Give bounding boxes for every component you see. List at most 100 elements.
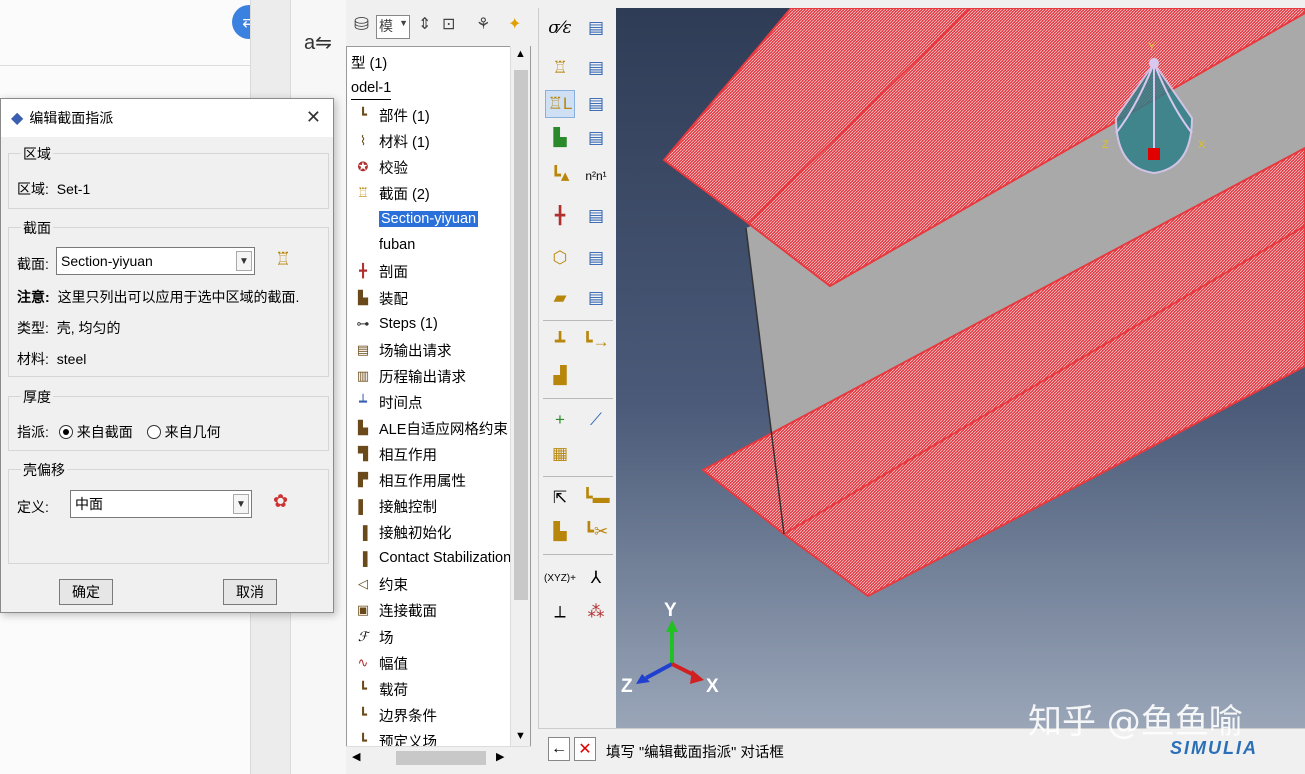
chevron-up-icon[interactable]: ▲ — [515, 48, 526, 60]
profile-tool-icon[interactable]: ╋ — [545, 202, 575, 230]
part-icon: ┗ — [359, 107, 367, 122]
special-icon[interactable]: ⬡ — [545, 244, 575, 272]
tree-item-ale[interactable]: ▙ ALE自适应网格约束 — [353, 416, 508, 440]
tree-item-connector-sections[interactable]: ▣ 连接截面 — [353, 598, 437, 622]
stress-strain-icon[interactable]: σ⁄ε — [545, 14, 575, 42]
tree-item-label: 校验 — [379, 160, 408, 177]
tree-item-steps[interactable]: ⊶ Steps (1) — [353, 312, 438, 336]
skin-icon[interactable]: ▰ — [545, 284, 575, 312]
xyz-point-icon[interactable]: (XYZ)+ — [544, 564, 576, 592]
tree-item-label: 部件 (1) — [379, 108, 430, 125]
bulb-icon[interactable]: ✦ — [508, 14, 521, 40]
tree-item-assembly[interactable]: ▙ 装配 — [353, 286, 408, 310]
manager-icon[interactable]: ▤ — [581, 244, 611, 272]
chevron-right-icon[interactable]: ▶ — [496, 750, 504, 763]
tree-item-constraints[interactable]: ◁ 约束 — [353, 572, 408, 596]
material-row: 材料: steel — [17, 349, 86, 369]
close-icon[interactable]: ✕ — [306, 107, 321, 128]
datum-point-icon[interactable]: ┻ — [545, 328, 575, 356]
tree-item-loads[interactable]: ┗ 载荷 — [353, 677, 408, 701]
tree-item-interactions[interactable]: ▜ 相互作用 — [353, 442, 437, 466]
chevron-down-icon[interactable]: ▼ — [399, 18, 408, 28]
tree-item-fuban[interactable]: fuban — [379, 233, 415, 257]
manager-icon[interactable]: ▤ — [581, 202, 611, 230]
radio-from-section[interactable]: 来自截面 — [58, 424, 133, 440]
tree-item-section-yiyuan[interactable]: Section-yiyuan — [379, 207, 479, 231]
cancel-x-icon[interactable]: ✕ — [574, 737, 596, 761]
toolbox-separator — [543, 476, 613, 477]
partition-face-icon[interactable]: ▙ — [545, 518, 575, 546]
datum-axis-icon[interactable]: ┗→ — [581, 328, 611, 356]
tree-item-model-1[interactable]: odel-1 — [351, 76, 392, 100]
create-section-icon[interactable]: ♖ — [275, 249, 291, 270]
tree-item-profiles[interactable]: ╋ 剖面 — [353, 259, 408, 283]
tree-item-fields[interactable]: ℱ场 — [353, 625, 394, 649]
tree-item-contact-controls[interactable]: ▌ 接触控制 — [353, 494, 437, 518]
shell-offset-icon[interactable]: ✿ — [273, 491, 288, 512]
load-icon: ┗ — [359, 681, 367, 696]
tree-horizontal-scrollbar[interactable]: ◀ ▶ — [346, 746, 531, 768]
tree-item-model-root[interactable]: 型 (1) — [351, 50, 387, 74]
viewport[interactable]: Y Z X Y Z X — [616, 8, 1305, 728]
tree-item-sections[interactable]: ♖ 截面 (2) — [353, 181, 430, 205]
filter-icon[interactable]: ⚘ — [476, 14, 490, 40]
line-icon[interactable]: ⟋ — [581, 406, 611, 434]
tree-item-label: 时间点 — [379, 395, 423, 412]
axes-icon[interactable]: ⁂ — [581, 598, 611, 626]
tree-item-interaction-properties[interactable]: ▛ 相互作用属性 — [353, 468, 466, 492]
ok-button[interactable]: 确定 — [59, 579, 113, 605]
module-combo[interactable]: 模 ▼ — [376, 15, 410, 39]
translate-icon[interactable]: a⇋ — [304, 30, 332, 55]
assign-orientation-icon[interactable]: ┗▴ — [545, 162, 575, 190]
manager-icon[interactable]: ▤ — [581, 14, 611, 42]
radio-off-icon[interactable] — [146, 425, 161, 439]
assign-section-icon[interactable]: ♖L — [545, 90, 575, 118]
tree-vertical-scrollbar[interactable]: ▲ ▼ — [510, 46, 530, 746]
scrollbar-thumb[interactable] — [514, 70, 528, 600]
ale-icon: ▙ — [358, 420, 368, 435]
radio-on-icon[interactable] — [58, 425, 73, 439]
plane-icon[interactable]: ⟂ — [545, 598, 575, 626]
chevron-down-icon[interactable]: ▼ — [515, 730, 526, 742]
partition-icon[interactable]: ┗▬ — [581, 484, 611, 512]
cancel-button[interactable]: 取消 — [223, 579, 277, 605]
tree-item-history-output[interactable]: ▥ 历程输出请求 — [353, 364, 466, 388]
datum-plane-icon[interactable]: ▟ — [545, 362, 575, 390]
tree-item-amplitudes[interactable]: ∿ 幅值 — [353, 651, 408, 675]
back-arrow-icon[interactable]: ← — [548, 737, 570, 761]
manager-icon[interactable]: ▤ — [581, 124, 611, 152]
define-select[interactable]: 中面 ▼ — [70, 490, 252, 518]
tree-item-label: 截面 (2) — [379, 186, 430, 203]
scrollbar-thumb[interactable] — [396, 751, 486, 765]
interaction-icon: ▜ — [358, 446, 368, 461]
material-icon: ⌇ — [359, 133, 367, 148]
csys-icon[interactable]: ⅄ — [581, 564, 611, 592]
chevron-left-icon[interactable]: ◀ — [352, 750, 360, 763]
tree-item-field-output[interactable]: ▤ 场输出请求 — [353, 338, 452, 362]
radio-from-geometry[interactable]: 来自几何 — [146, 424, 221, 440]
edit-section-assignment-dialog: ◆ 编辑截面指派 ✕ 区域 区域: Set-1 截面 截面: Section-y… — [0, 98, 334, 613]
tree-item-time-points[interactable]: ┷ 时间点 — [353, 390, 423, 414]
tree-item-label: 约束 — [379, 577, 408, 594]
manager-icon[interactable]: ▤ — [581, 284, 611, 312]
section-select[interactable]: Section-yiyuan ▼ — [56, 247, 255, 275]
tree-item-materials[interactable]: ⌇ 材料 (1) — [353, 129, 430, 153]
tree-item-parts[interactable]: ┗ 部件 (1) — [353, 103, 430, 127]
select-icon[interactable]: ⇱ — [545, 484, 575, 512]
normal-direction-icon[interactable]: n²n¹ — [581, 162, 611, 190]
manager-icon[interactable]: ▤ — [581, 54, 611, 82]
tree-item-contact-stabilization[interactable]: ▐ Contact Stabilization — [353, 546, 511, 570]
create-section-tool-icon[interactable]: ♖ — [545, 54, 575, 82]
tree-item-calibration[interactable]: ✪ 校验 — [353, 155, 408, 179]
updown-icon[interactable]: ⇕ — [418, 14, 431, 40]
add-point-icon[interactable]: + — [545, 406, 575, 434]
manager-icon[interactable]: ▤ — [581, 90, 611, 118]
collapse-icon[interactable]: ⊡ — [442, 14, 455, 40]
tree-item-bcs[interactable]: ┗ 边界条件 — [353, 703, 437, 727]
chevron-down-icon[interactable]: ▼ — [236, 251, 252, 271]
cut-icon[interactable]: ┗✂ — [581, 518, 611, 546]
chevron-down-icon[interactable]: ▼ — [233, 494, 249, 514]
mesh-grid-icon[interactable]: ▦ — [545, 440, 575, 468]
beam-orientation-icon[interactable]: ▙ — [545, 124, 575, 152]
tree-item-contact-init[interactable]: ▐ 接触初始化 — [353, 520, 451, 544]
